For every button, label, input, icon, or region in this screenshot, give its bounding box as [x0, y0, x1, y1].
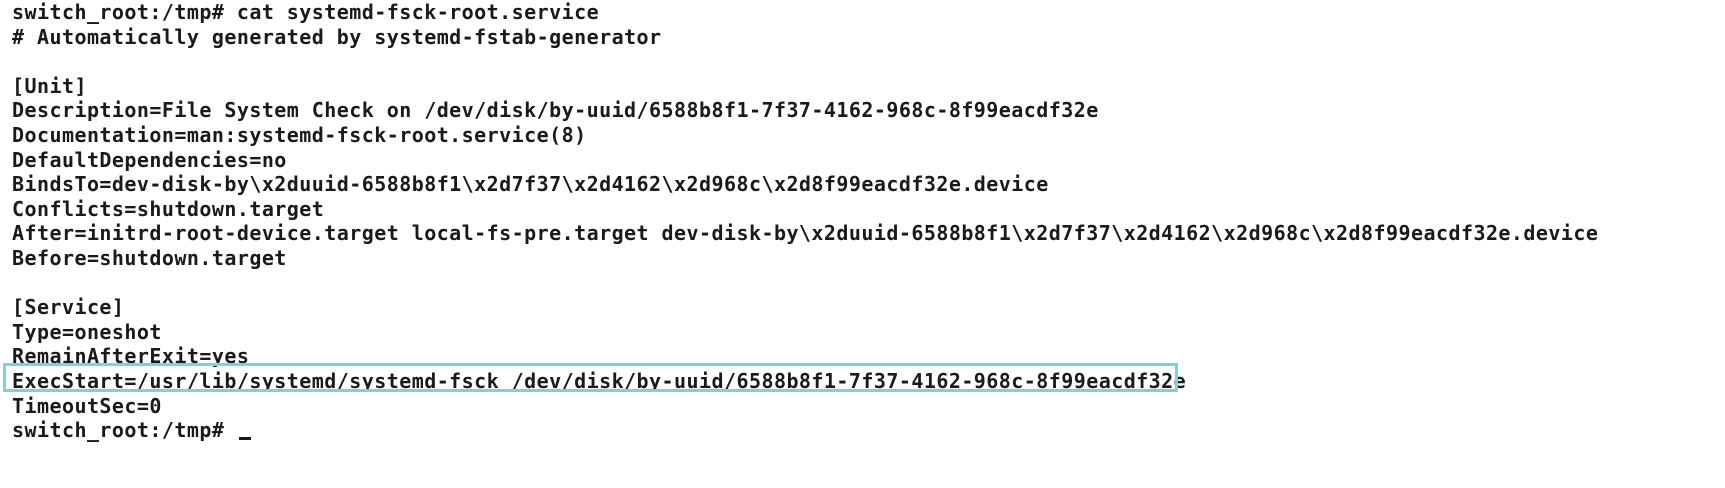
terminal-line-conflicts: Conflicts=shutdown.target [12, 196, 325, 221]
terminal-line-command: switch_root:/tmp# cat systemd-fsck-root.… [12, 0, 600, 24]
terminal-line-before: Before=shutdown.target [12, 245, 287, 270]
terminal-line-timeout: TimeoutSec=0 [12, 393, 162, 418]
terminal-line-type: Type=oneshot [12, 319, 162, 344]
terminal-line-documentation: Documentation=man:systemd-fsck-root.serv… [12, 122, 587, 147]
terminal-window[interactable]: switch_root:/tmp# cat systemd-fsck-root.… [0, 0, 1725, 488]
terminal-line-default-dependencies: DefaultDependencies=no [12, 147, 287, 172]
terminal-line-after: After=initrd-root-device.target local-fs… [12, 221, 1599, 246]
terminal-line-exec-start: ExecStart=/usr/lib/systemd/systemd-fsck … [12, 368, 1187, 393]
terminal-line-comment: # Automatically generated by systemd-fst… [12, 24, 662, 49]
terminal-line-service-section: [Service] [12, 295, 125, 320]
terminal-line-remain-after-exit: RemainAfterExit=yes [12, 344, 250, 369]
terminal-line-unit-section: [Unit] [12, 73, 87, 98]
shell-prompt: switch_root:/tmp# [12, 418, 237, 443]
terminal-prompt-line[interactable]: switch_root:/tmp# [12, 418, 1725, 443]
terminal-line-binds-to: BindsTo=dev-disk-by\x2duuid-6588b8f1\x2d… [12, 172, 1049, 197]
terminal-line-description: Description=File System Check on /dev/di… [12, 98, 1099, 123]
text-cursor [238, 437, 251, 441]
